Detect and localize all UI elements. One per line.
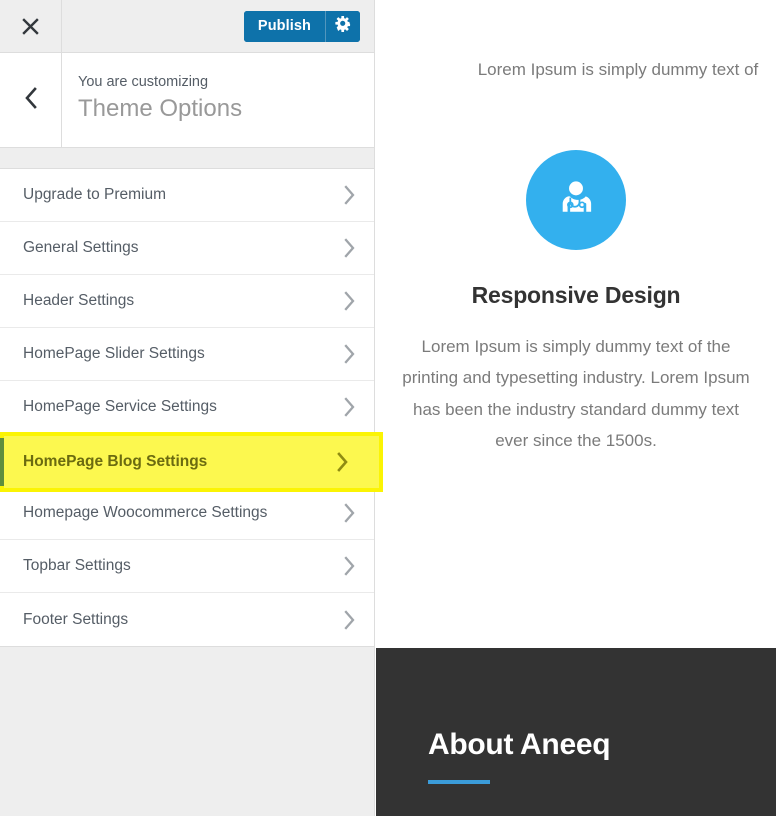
sidebar-item-label: Topbar Settings (23, 557, 131, 575)
page-title: Theme Options (78, 94, 243, 122)
chevron-right-icon (343, 397, 356, 417)
sidebar-item-footer-settings[interactable]: Footer Settings (0, 593, 374, 646)
service-description: Lorem Ipsum is simply dummy text of the … (402, 337, 750, 451)
sidebar-item-label: Footer Settings (23, 610, 129, 628)
back-button[interactable] (0, 53, 62, 147)
sidebar-item-label: HomePage Blog Settings (23, 451, 208, 469)
service-icon-circle (526, 150, 626, 250)
close-customizer-button[interactable] (0, 0, 62, 52)
sidebar-item-label: Header Settings (23, 292, 135, 310)
sidebar-item-label: HomePage Service Settings (23, 398, 217, 416)
panel-header-text: You are customizing Theme Options (78, 73, 242, 125)
sidebar-item-homepage-woocommerce-settings[interactable]: Homepage Woocommerce Settings (0, 487, 374, 540)
chevron-right-icon (343, 503, 356, 523)
customizing-eyebrow: You are customizing (78, 74, 209, 90)
sidebar-item-homepage-slider-settings[interactable]: HomePage Slider Settings (0, 328, 374, 381)
chevron-right-icon (343, 238, 356, 258)
about-title-underline (428, 780, 490, 784)
sidebar-item-homepage-service-settings[interactable]: HomePage Service Settings (0, 381, 374, 434)
chevron-right-icon (343, 556, 356, 576)
chevron-right-icon (343, 291, 356, 311)
customizer-topbar: Publish (0, 0, 374, 53)
chevron-right-icon (343, 450, 356, 470)
doctor-stethoscope-icon (554, 176, 598, 225)
panel-spacer (0, 148, 374, 169)
customizer-section-list: Upgrade to Premium General Settings Head… (0, 169, 374, 647)
chevron-left-icon (24, 86, 38, 114)
sidebar-item-header-settings[interactable]: Header Settings (0, 275, 374, 328)
about-title: About Aneeq (428, 728, 611, 761)
chevron-right-icon (343, 344, 356, 364)
chevron-right-icon (343, 185, 356, 205)
service-title: Responsive Design (471, 282, 681, 308)
sidebar-item-label: HomePage Slider Settings (23, 345, 205, 363)
sidebar-item-general-settings[interactable]: General Settings (0, 222, 374, 275)
about-section: About Aneeq (376, 648, 776, 816)
close-x-icon (22, 17, 39, 35)
sidebar-item-label: Upgrade to Premium (23, 186, 167, 204)
sidebar-item-homepage-blog-settings[interactable]: HomePage Blog Settings (0, 434, 374, 487)
publish-button[interactable]: Publish (243, 11, 325, 42)
gear-icon (335, 15, 351, 37)
customizer-panel-header: You are customizing Theme Options (0, 53, 374, 148)
sidebar-bottom-fill (0, 647, 374, 807)
customizer-settings-button[interactable] (325, 11, 360, 42)
sidebar-item-label: Homepage Woocommerce Settings (23, 504, 268, 522)
theme-preview-pane: Lorem Ipsum is simply dummy text of Resp… (376, 0, 776, 816)
preview-lead-text: Lorem Ipsum is simply dummy text of (477, 60, 759, 79)
sidebar-item-label: General Settings (23, 239, 139, 257)
sidebar-item-upgrade-to-premium[interactable]: Upgrade to Premium (0, 169, 374, 222)
publish-action-group: Publish (243, 11, 360, 42)
sidebar-item-topbar-settings[interactable]: Topbar Settings (0, 540, 374, 593)
customizer-sidebar: Publish You are customizing Theme Option… (0, 0, 375, 816)
chevron-right-icon (343, 609, 356, 630)
service-block: Responsive Design Lorem Ipsum is simply … (376, 150, 776, 457)
